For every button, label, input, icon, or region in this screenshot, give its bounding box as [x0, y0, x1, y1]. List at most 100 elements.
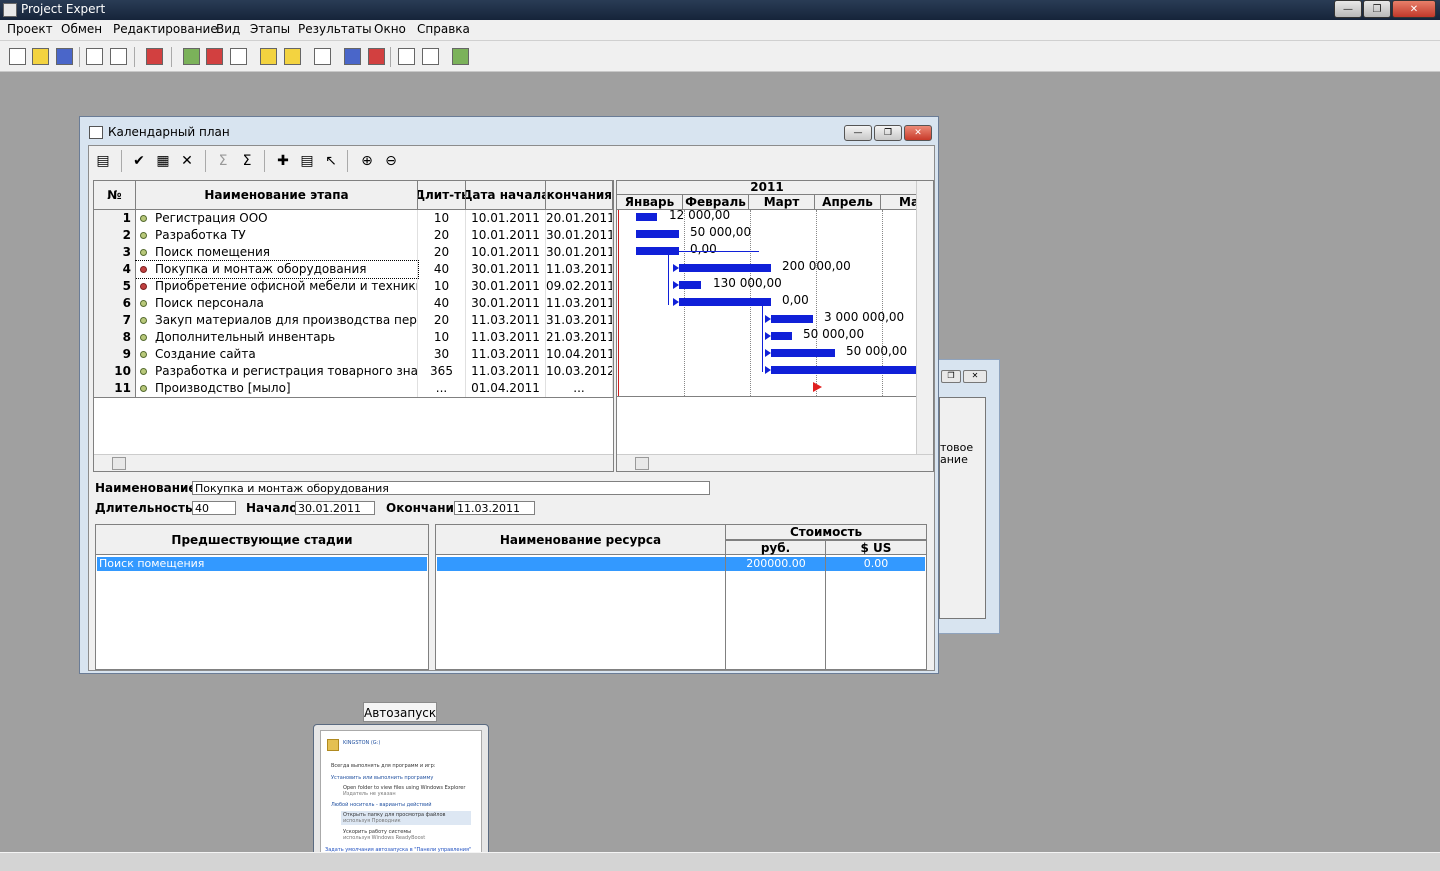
col-start[interactable]: Дата начала: [466, 181, 546, 209]
zoom-out-icon[interactable]: ⊖: [382, 152, 400, 170]
properties-icon[interactable]: ▤: [94, 152, 112, 170]
col-duration[interactable]: Длит-ть: [418, 181, 466, 209]
open-folder-icon[interactable]: [32, 48, 49, 65]
thumb-drive: KINGSTON (G:): [343, 740, 381, 746]
table-row[interactable]: 5 Приобретение офисной мебели и техники 10…: [94, 278, 613, 295]
sum-icon[interactable]: Σ: [238, 152, 256, 170]
row-number: 11: [94, 380, 136, 397]
stage-bullet-icon: [140, 232, 147, 239]
taskbar: [0, 852, 1440, 871]
chart-icon[interactable]: [314, 48, 331, 65]
gantt-cost-label: 50 000,00: [846, 344, 908, 358]
calendar-plan-window[interactable]: Календарный план — ❐ ✕ ▤ ✔ ▦ ✕ Σ Σ ✚ ▤ ↖…: [79, 116, 939, 674]
project-icon[interactable]: [452, 48, 469, 65]
table-row[interactable]: 4 Покупка и монтаж оборудования 40 30.01.20…: [94, 260, 613, 279]
gantt-bar[interactable]: [771, 332, 792, 340]
zoom-in-icon[interactable]: ⊕: [358, 152, 376, 170]
restore-icon[interactable]: ❐: [941, 370, 961, 383]
resources-table[interactable]: Наименование ресурса Стоимость руб. $ US…: [435, 524, 927, 670]
child-close-button[interactable]: ✕: [904, 125, 932, 141]
row-start: 10.01.2011: [466, 210, 546, 227]
gantt-bar[interactable]: [771, 366, 917, 374]
add-stage-icon[interactable]: ✚: [274, 152, 292, 170]
sum-disabled-icon[interactable]: Σ: [214, 152, 232, 170]
menu-project[interactable]: Проект: [7, 22, 53, 36]
table-row[interactable]: 7 Закуп материалов для производства перво…: [94, 312, 613, 329]
hierarchy-icon[interactable]: ▤: [298, 152, 316, 170]
list-icon[interactable]: [422, 48, 439, 65]
gantt-vscroll[interactable]: [916, 181, 933, 455]
grid-hscroll[interactable]: [94, 454, 613, 471]
report-icon[interactable]: [368, 48, 385, 65]
minimize-button[interactable]: —: [1334, 0, 1362, 18]
table-row[interactable]: 3 Поиск помещения 20 10.01.2011 30.01.2011: [94, 244, 613, 261]
table-icon[interactable]: [398, 48, 415, 65]
gantt-bar[interactable]: [636, 213, 657, 221]
col-end[interactable]: Дата окончания: [546, 181, 613, 209]
table-row[interactable]: 11 Производство [мыло]... 01.04.2011...: [94, 380, 613, 397]
bg-text-2: ание: [940, 453, 968, 466]
menu-view[interactable]: Вид: [216, 22, 240, 36]
row-number: 7: [94, 312, 136, 329]
end-field[interactable]: 11.03.2011: [454, 501, 535, 515]
delete-icon[interactable]: ✕: [178, 152, 196, 170]
gantt-bar[interactable]: [771, 349, 835, 357]
close-button[interactable]: ✕: [1392, 0, 1436, 18]
row-duration: 40: [418, 295, 466, 312]
restore-button[interactable]: ❐: [1363, 0, 1391, 18]
menu-stages[interactable]: Этапы: [250, 22, 290, 36]
col-num[interactable]: №: [94, 181, 136, 209]
row-name: Поиск персонала: [136, 295, 418, 312]
analysis-icon[interactable]: [344, 48, 361, 65]
save-icon[interactable]: [56, 48, 73, 65]
row-end: 11.03.2011: [546, 261, 613, 278]
dependency-arrow-icon: [765, 349, 771, 357]
table-row[interactable]: 10 Разработка и регистрация товарного зна…: [94, 363, 613, 380]
predecessors-table[interactable]: Предшествующие стадии Поиск помещения: [95, 524, 429, 670]
menu-results[interactable]: Результаты: [298, 22, 372, 36]
pred-row[interactable]: Поиск помещения: [97, 557, 427, 571]
month-jan: Январь: [617, 195, 683, 209]
stages-icon[interactable]: [284, 48, 301, 65]
resources-icon[interactable]: [260, 48, 277, 65]
background-window[interactable]: ❐ ✕ товое ание: [939, 359, 1000, 634]
table-row[interactable]: 8 Дополнительный инвентарь 10 11.03.2011 21.…: [94, 329, 613, 346]
table-row[interactable]: 6 Поиск персонала 40 30.01.2011 11.03.2011: [94, 295, 613, 312]
child-restore-button[interactable]: ❐: [874, 125, 902, 141]
gantt-bar[interactable]: [636, 230, 679, 238]
row-number: 10: [94, 363, 136, 380]
table-row[interactable]: 9 Создание сайта 30 11.03.2011 10.04.2011: [94, 346, 613, 363]
cashflow-icon[interactable]: [206, 48, 223, 65]
menu-edit[interactable]: Редактирование: [113, 22, 218, 36]
scales-icon[interactable]: [230, 48, 247, 65]
pointer-icon[interactable]: ↖: [322, 152, 340, 170]
table-row[interactable]: 1 Регистрация ООО 10 10.01.2011 20.01.2011: [94, 210, 613, 227]
check-icon[interactable]: ✔: [130, 152, 148, 170]
gantt-bar[interactable]: [771, 315, 813, 323]
gantt-chart[interactable]: 2011 Январь Февраль Март Апрель Ма 12 00…: [616, 180, 934, 472]
resource-row[interactable]: 200000.00 0.00: [437, 557, 925, 571]
name-field[interactable]: Покупка и монтаж оборудования: [192, 481, 710, 495]
print-preview-icon[interactable]: [86, 48, 103, 65]
table-row[interactable]: 2 Разработка ТУ 20 10.01.2011 30.01.2011: [94, 227, 613, 244]
stages-grid[interactable]: № Наименование этапа Длит-ть Дата начала…: [93, 180, 614, 472]
exit-icon[interactable]: [146, 48, 163, 65]
menu-window[interactable]: Окно: [374, 22, 406, 36]
start-field[interactable]: 30.01.2011: [295, 501, 375, 515]
new-file-icon[interactable]: [9, 48, 26, 65]
col-name[interactable]: Наименование этапа: [136, 181, 418, 209]
gantt-hscroll[interactable]: [617, 454, 933, 471]
month-mar: Март: [749, 195, 815, 209]
menu-help[interactable]: Справка: [417, 22, 470, 36]
print-icon[interactable]: [110, 48, 127, 65]
autorun-thumbnail[interactable]: KINGSTON (G:) Всегда выполнять для прогр…: [313, 724, 489, 868]
calendar-icon[interactable]: [183, 48, 200, 65]
resource-icon[interactable]: ▦: [154, 152, 172, 170]
menu-exchange[interactable]: Обмен: [61, 22, 102, 36]
row-name: Создание сайта: [136, 346, 418, 363]
close-icon[interactable]: ✕: [963, 370, 987, 383]
thumb-sec2: Любой носитель - варианты действий: [331, 802, 432, 808]
child-minimize-button[interactable]: —: [844, 125, 872, 141]
duration-field[interactable]: 40: [192, 501, 236, 515]
row-end: 31.03.2011: [546, 312, 613, 329]
